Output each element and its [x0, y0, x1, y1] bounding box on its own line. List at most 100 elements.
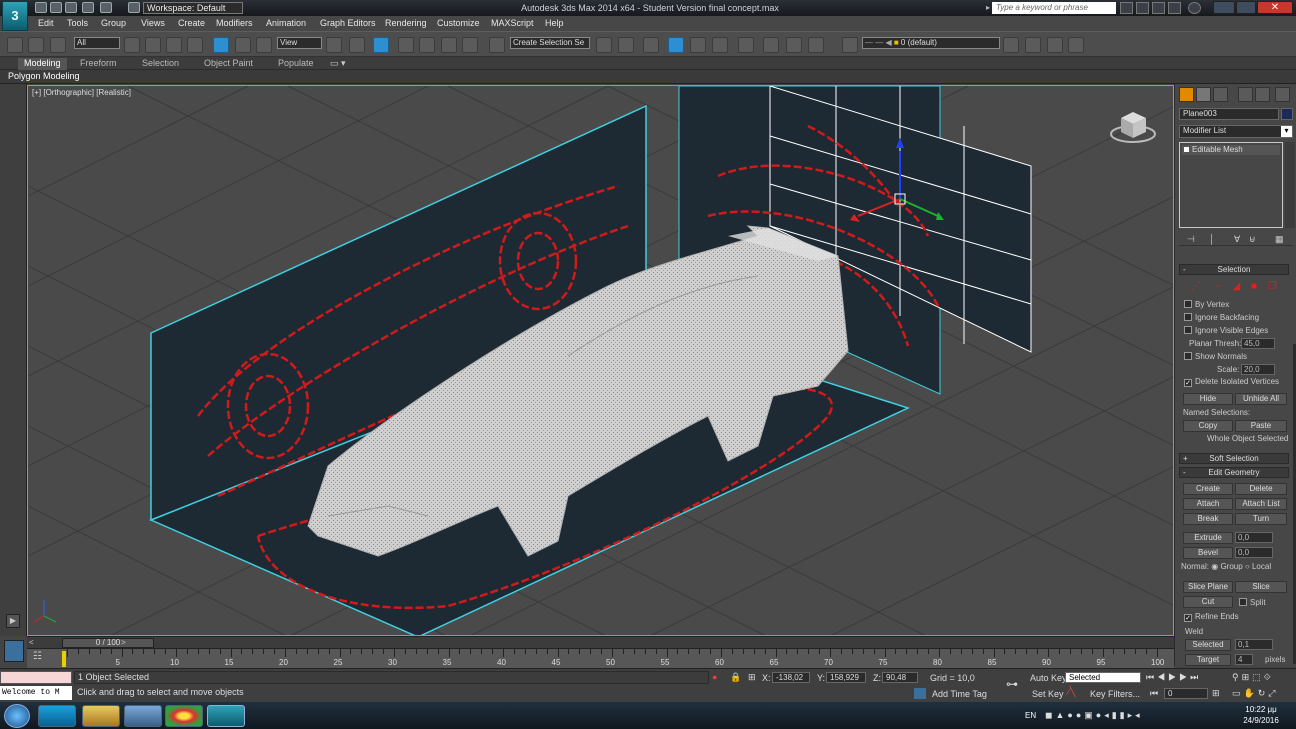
- select-object-icon[interactable]: [124, 37, 140, 53]
- viewport-nav-icons-2[interactable]: ▭✋↻⤢: [1232, 688, 1278, 699]
- close-button[interactable]: ✕: [1257, 1, 1293, 14]
- viewport-scene[interactable]: [28, 86, 1174, 636]
- minimize-button[interactable]: [1213, 1, 1235, 14]
- soft-selection-rollout-header[interactable]: + Soft Selection: [1179, 453, 1289, 464]
- search-arrow-icon[interactable]: ▸: [986, 3, 991, 12]
- clock-time[interactable]: 10:22 μμ: [1236, 705, 1286, 714]
- object-color-swatch[interactable]: [1281, 108, 1293, 120]
- display-tab-icon[interactable]: [1255, 87, 1270, 102]
- menu-group[interactable]: Group: [101, 18, 126, 28]
- create-tab-icon[interactable]: [1179, 87, 1194, 102]
- time-tag-icon[interactable]: [914, 688, 926, 699]
- rendered-frame-window-icon[interactable]: [786, 37, 802, 53]
- toggle-ribbon-icon[interactable]: [668, 37, 684, 53]
- ribbon-options-icon[interactable]: ▭ ▾: [330, 58, 346, 69]
- viewcube-icon[interactable]: [1110, 112, 1156, 143]
- x-coordinate-field[interactable]: -138,02: [772, 672, 810, 683]
- align-icon[interactable]: [618, 37, 634, 53]
- configure-sets-icon[interactable]: ▦: [1275, 234, 1284, 245]
- hide-button[interactable]: Hide: [1183, 393, 1233, 405]
- goto-start-icon[interactable]: ⏮: [1150, 688, 1158, 699]
- material-editor-icon[interactable]: [738, 37, 754, 53]
- tab-populate[interactable]: Populate: [278, 58, 314, 68]
- ignore-visible-edges-checkbox[interactable]: Ignore Visible Edges: [1184, 326, 1268, 335]
- modify-tab-icon[interactable]: [1196, 87, 1211, 102]
- favorites-star-icon[interactable]: [1168, 2, 1181, 14]
- create-button[interactable]: Create: [1183, 483, 1233, 495]
- scale-spinner[interactable]: 20,0: [1241, 364, 1275, 375]
- stack-item-editable-mesh[interactable]: Editable Mesh: [1182, 145, 1280, 155]
- maxscript-mini-listener[interactable]: Welcome to M: [0, 686, 72, 700]
- key-filters-button[interactable]: Key Filters...: [1090, 689, 1140, 699]
- keyboard-shortcut-override-icon[interactable]: [373, 37, 389, 53]
- percent-snap-icon[interactable]: [441, 37, 457, 53]
- split-checkbox[interactable]: Split: [1239, 598, 1266, 607]
- break-button[interactable]: Break: [1183, 513, 1233, 525]
- link-icon[interactable]: [7, 37, 23, 53]
- add-to-layer-icon[interactable]: [1025, 37, 1041, 53]
- subobject-level-icons[interactable]: ⋰ ⋯ ◢ ■ ❒: [1191, 281, 1281, 293]
- select-by-name-icon[interactable]: [145, 37, 161, 53]
- by-vertex-checkbox[interactable]: By Vertex: [1184, 300, 1229, 309]
- redo-icon[interactable]: [100, 2, 112, 13]
- turn-button[interactable]: Turn: [1235, 513, 1287, 525]
- start-button[interactable]: [4, 704, 30, 728]
- tab-object-paint[interactable]: Object Paint: [204, 58, 253, 68]
- angle-snap-icon[interactable]: [419, 37, 435, 53]
- named-selection-set-dropdown[interactable]: Create Selection Se: [510, 37, 590, 49]
- new-file-icon[interactable]: [35, 2, 47, 13]
- paste-button[interactable]: Paste: [1235, 420, 1287, 432]
- set-current-layer-icon[interactable]: [1068, 37, 1084, 53]
- unlink-icon[interactable]: [28, 37, 44, 53]
- absolute-mode-icon[interactable]: ⊞: [748, 672, 756, 683]
- clock-date[interactable]: 24/9/2016: [1236, 716, 1286, 725]
- add-time-tag[interactable]: Add Time Tag: [932, 689, 987, 699]
- selection-filter-dropdown[interactable]: All: [74, 37, 120, 49]
- chrome-taskbar-icon[interactable]: [165, 705, 203, 727]
- slice-button[interactable]: Slice: [1235, 581, 1287, 593]
- viewport-perspective[interactable]: [+] [Orthographic] [Realistic]: [27, 85, 1174, 636]
- explorer-taskbar-icon[interactable]: [82, 705, 120, 727]
- copy-button[interactable]: Copy: [1183, 420, 1233, 432]
- menu-help[interactable]: Help: [545, 18, 564, 28]
- manipulate-icon[interactable]: [349, 37, 365, 53]
- schematic-view-icon[interactable]: [712, 37, 728, 53]
- extrude-button[interactable]: Extrude: [1183, 532, 1233, 544]
- auto-key-button[interactable]: Auto Key: [1030, 673, 1067, 683]
- help-icon[interactable]: [1188, 2, 1201, 14]
- time-marker[interactable]: [62, 651, 66, 667]
- expand-plus-icon[interactable]: [1184, 147, 1189, 152]
- time-slider[interactable]: 0 / 100: [62, 638, 154, 648]
- make-unique-icon[interactable]: ∀: [1234, 234, 1240, 245]
- system-tray-icons[interactable]: ◼▲●●▣●◂▮▮▸◂: [1045, 710, 1215, 722]
- target-pixels-spinner[interactable]: 4: [1235, 654, 1253, 665]
- current-frame-field[interactable]: 0: [1164, 688, 1208, 699]
- viewport-nav-icons[interactable]: ⚲⊞⬚⟐: [1232, 672, 1274, 683]
- 3dsmax-taskbar-icon[interactable]: [207, 705, 245, 727]
- create-layer-icon[interactable]: [1003, 37, 1019, 53]
- edit-named-selection-icon[interactable]: [489, 37, 505, 53]
- show-normals-checkbox[interactable]: Show Normals: [1184, 352, 1247, 361]
- open-mini-curve-icon[interactable]: ☷: [33, 651, 49, 665]
- bevel-button[interactable]: Bevel: [1183, 547, 1233, 559]
- expand-arrow-icon[interactable]: ▶: [6, 614, 20, 628]
- skype-taskbar-icon[interactable]: [38, 705, 76, 727]
- pin-stack-icon[interactable]: ⊣: [1187, 234, 1195, 245]
- time-config-icon[interactable]: ⊞: [1212, 688, 1220, 699]
- show-end-result-icon[interactable]: │: [1209, 234, 1215, 244]
- selection-rollout-header[interactable]: - Selection: [1179, 264, 1289, 275]
- tab-modeling[interactable]: Modeling: [18, 58, 67, 70]
- key-mode-dropdown[interactable]: Selected: [1065, 672, 1141, 683]
- select-and-scale-icon[interactable]: [256, 37, 272, 53]
- workspace-dropdown[interactable]: Workspace: Default: [143, 2, 243, 14]
- track-bar[interactable]: ☷ 5 10 15 20 25 30 35 40 45 50 55 60 65 70 75 80 85 90 95 1…: [27, 648, 1174, 668]
- menu-tools[interactable]: Tools: [67, 18, 88, 28]
- snaps-toggle-icon[interactable]: [398, 37, 414, 53]
- rectangular-selection-icon[interactable]: [166, 37, 182, 53]
- delete-button[interactable]: Delete: [1235, 483, 1287, 495]
- selection-lock-icon[interactable]: 🔒: [730, 672, 741, 683]
- menu-animation[interactable]: Animation: [266, 18, 306, 28]
- hierarchy-tab-icon[interactable]: [1213, 87, 1228, 102]
- menu-graph-editors[interactable]: Graph Editors: [320, 18, 376, 28]
- project-folder-icon[interactable]: [128, 2, 140, 13]
